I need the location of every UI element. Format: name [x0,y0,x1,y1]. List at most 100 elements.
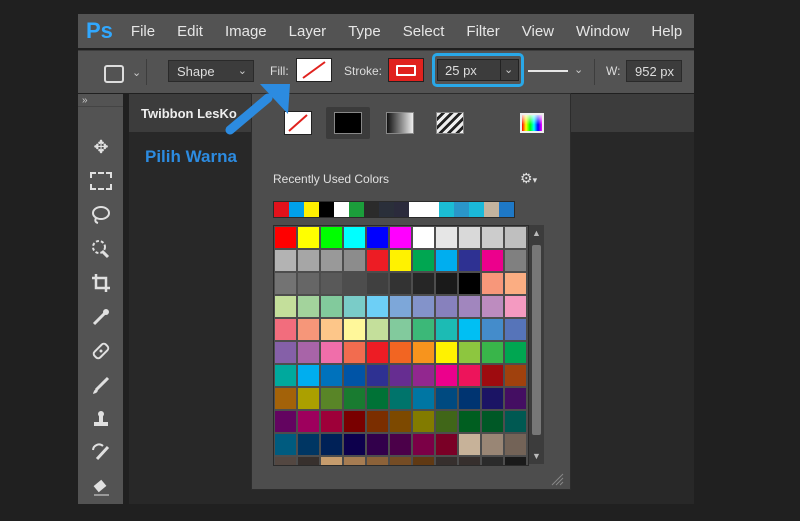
color-swatch[interactable] [321,319,342,340]
recent-color-swatch[interactable] [304,202,319,217]
color-swatch[interactable] [413,296,434,317]
color-swatch[interactable] [459,273,480,294]
color-swatch[interactable] [275,434,296,455]
color-swatch[interactable] [459,250,480,271]
color-swatch[interactable] [436,365,457,386]
recent-color-swatch[interactable] [484,202,499,217]
color-swatch[interactable] [482,411,503,432]
color-swatch[interactable] [436,411,457,432]
color-swatch[interactable] [482,342,503,363]
menu-layer[interactable]: Layer [289,23,327,40]
tool-mode-dropdown[interactable]: Shape ⌄ [168,60,254,82]
color-swatch[interactable] [436,434,457,455]
menu-help[interactable]: Help [651,23,682,40]
scroll-down-icon[interactable]: ▼ [532,451,541,461]
menu-type[interactable]: Type [348,23,381,40]
color-swatch[interactable] [275,388,296,409]
color-swatch[interactable] [505,273,526,294]
recent-color-swatch[interactable] [394,202,409,217]
menu-window[interactable]: Window [576,23,629,40]
color-swatch[interactable] [298,250,319,271]
color-swatch[interactable] [298,319,319,340]
color-swatch[interactable] [505,434,526,455]
color-swatch[interactable] [367,250,388,271]
color-swatch[interactable] [275,365,296,386]
color-swatch[interactable] [436,250,457,271]
color-swatch[interactable] [482,273,503,294]
menu-select[interactable]: Select [403,23,445,40]
menu-file[interactable]: File [131,23,155,40]
color-swatch[interactable] [413,457,434,465]
color-swatch[interactable] [482,365,503,386]
color-swatch[interactable] [459,319,480,340]
color-swatch[interactable] [413,250,434,271]
color-swatch[interactable] [321,457,342,465]
color-swatch[interactable] [275,296,296,317]
color-swatch[interactable] [321,273,342,294]
color-swatch[interactable] [321,250,342,271]
solid-color-button[interactable] [326,107,370,139]
color-swatch[interactable] [344,457,365,465]
recent-color-swatch[interactable] [364,202,379,217]
color-swatch[interactable] [505,411,526,432]
color-swatch[interactable] [298,365,319,386]
color-swatch[interactable] [390,365,411,386]
color-swatch[interactable] [321,227,342,248]
color-swatch[interactable] [344,273,365,294]
color-swatch[interactable] [413,434,434,455]
color-swatch[interactable] [482,434,503,455]
color-swatch[interactable] [505,365,526,386]
color-swatch[interactable] [482,250,503,271]
color-swatch[interactable] [321,342,342,363]
color-swatch[interactable] [505,250,526,271]
color-swatch[interactable] [321,365,342,386]
scrollbar-thumb[interactable] [532,245,541,435]
color-swatch[interactable] [367,319,388,340]
color-swatch[interactable] [344,250,365,271]
recent-color-swatch[interactable] [469,202,484,217]
eyedropper-tool-icon[interactable] [88,304,114,330]
color-swatch[interactable] [436,319,457,340]
resize-handle-icon[interactable] [550,472,564,486]
color-swatch[interactable] [436,296,457,317]
color-swatch[interactable] [505,227,526,248]
color-swatch[interactable] [367,411,388,432]
recent-color-swatch[interactable] [454,202,469,217]
color-swatch[interactable] [275,227,296,248]
color-swatch[interactable] [413,319,434,340]
color-swatch[interactable] [413,388,434,409]
color-swatch[interactable] [298,388,319,409]
swatches-scrollbar[interactable]: ▲ ▼ [529,225,544,464]
color-swatch[interactable] [367,457,388,465]
color-swatch[interactable] [367,273,388,294]
color-swatch[interactable] [367,434,388,455]
color-swatch[interactable] [413,273,434,294]
healing-brush-tool-icon[interactable] [88,338,114,364]
menu-view[interactable]: View [522,23,554,40]
color-swatch[interactable] [321,296,342,317]
crop-tool-icon[interactable] [88,270,114,296]
color-swatch[interactable] [298,273,319,294]
recent-color-swatch[interactable] [379,202,394,217]
color-swatch[interactable] [390,273,411,294]
color-swatch[interactable] [459,342,480,363]
color-swatch[interactable] [505,319,526,340]
menu-filter[interactable]: Filter [466,23,499,40]
collapse-icon[interactable]: » [82,95,88,106]
history-brush-tool-icon[interactable] [88,440,114,466]
stroke-width-field[interactable]: 25 px ⌄ [437,59,519,81]
color-swatch[interactable] [275,457,296,465]
color-swatch[interactable] [367,388,388,409]
color-swatch[interactable] [321,388,342,409]
color-swatch[interactable] [505,342,526,363]
color-swatch[interactable] [275,411,296,432]
recent-color-swatch[interactable] [274,202,289,217]
scroll-up-icon[interactable]: ▲ [532,228,541,238]
color-swatch[interactable] [367,365,388,386]
marquee-tool-icon[interactable] [88,168,114,194]
pattern-button[interactable] [428,107,472,139]
color-swatch[interactable] [321,434,342,455]
color-swatch[interactable] [367,227,388,248]
color-swatch[interactable] [390,296,411,317]
color-swatch[interactable] [505,457,526,465]
